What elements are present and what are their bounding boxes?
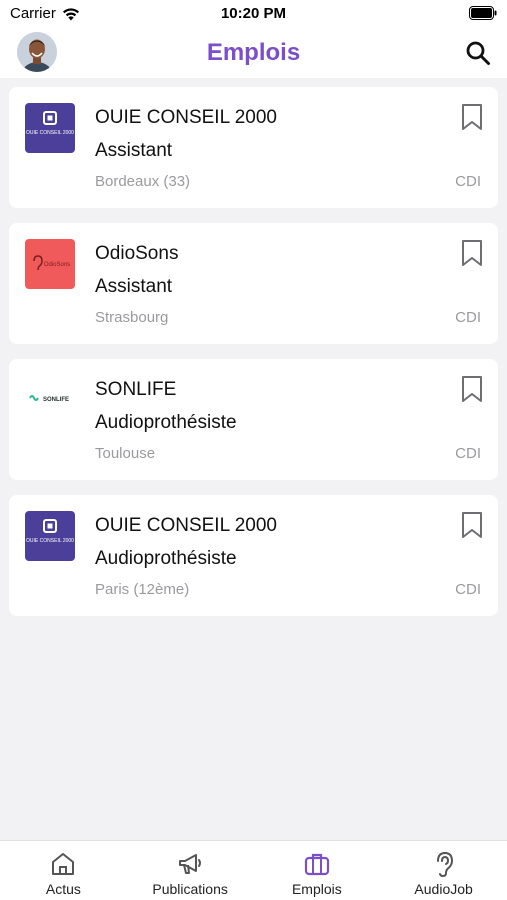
company-logo: OdioSons [25,239,75,289]
company-name: SONLIFE [95,379,177,400]
job-list: OUIE CONSEIL 2000 OUIE CONSEIL 2000 Assi… [9,87,498,631]
tab-label: Emplois [291,881,342,897]
company-name: OUIE CONSEIL 2000 [95,107,277,128]
logo-text: OUIE CONSEIL 2000 [26,130,74,136]
nav-bar: Emplois [0,28,507,78]
bookmark-icon[interactable] [461,239,483,267]
job-title: Audioprothésiste [95,548,237,569]
bookmark-icon[interactable] [461,511,483,539]
job-title: Audioprothésiste [95,412,237,433]
job-card[interactable]: SONLIFE SONLIFE Audioprothésiste Toulous… [9,359,498,480]
contract-type: CDI [455,309,481,326]
status-bar: Carrier 10:20 PM [0,0,507,28]
job-card[interactable]: OdioSons OdioSons Assistant Strasbourg C… [9,223,498,344]
home-icon [52,853,75,875]
briefcase-icon [304,853,329,876]
ear-icon [436,851,453,878]
contract-type: CDI [455,445,481,462]
contract-type: CDI [455,173,481,190]
tab-publications[interactable]: Publications [127,841,254,900]
company-logo: SONLIFE [25,375,75,425]
job-location: Strasbourg [95,309,169,326]
logo-text: OUIE CONSEIL 2000 [26,538,74,544]
company-logo: OUIE CONSEIL 2000 [25,511,75,561]
job-location: Bordeaux (33) [95,173,191,190]
tab-emplois[interactable]: Emplois [254,841,381,900]
tab-audiojob[interactable]: AudioJob [380,841,507,900]
job-location: Paris (12ème) [95,581,190,598]
tab-actus[interactable]: Actus [0,841,127,900]
tab-label: Actus [45,881,81,897]
search-icon[interactable] [465,40,491,66]
contract-type: CDI [455,581,481,598]
bookmark-icon[interactable] [461,103,483,131]
tab-bar: Actus Publications Emplois AudioJob [0,840,507,900]
megaphone-icon [179,854,202,874]
company-name: OUIE CONSEIL 2000 [95,515,277,536]
company-name: OdioSons [95,243,179,264]
bookmark-icon[interactable] [461,375,483,403]
status-time: 10:20 PM [220,5,287,22]
battery-icon [469,6,497,20]
job-card[interactable]: OUIE CONSEIL 2000 OUIE CONSEIL 2000 Audi… [9,495,498,616]
job-title: Assistant [95,276,173,297]
job-card[interactable]: OUIE CONSEIL 2000 OUIE CONSEIL 2000 Assi… [9,87,498,208]
logo-text: OdioSons [44,262,70,268]
job-title: Assistant [95,140,173,161]
tab-label: AudioJob [414,881,473,897]
tab-label: Publications [152,881,228,897]
page-title: Emplois [206,39,301,66]
logo-text: SONLIFE [43,397,69,403]
job-location: Toulouse [95,445,156,462]
company-logo: OUIE CONSEIL 2000 [25,103,75,153]
